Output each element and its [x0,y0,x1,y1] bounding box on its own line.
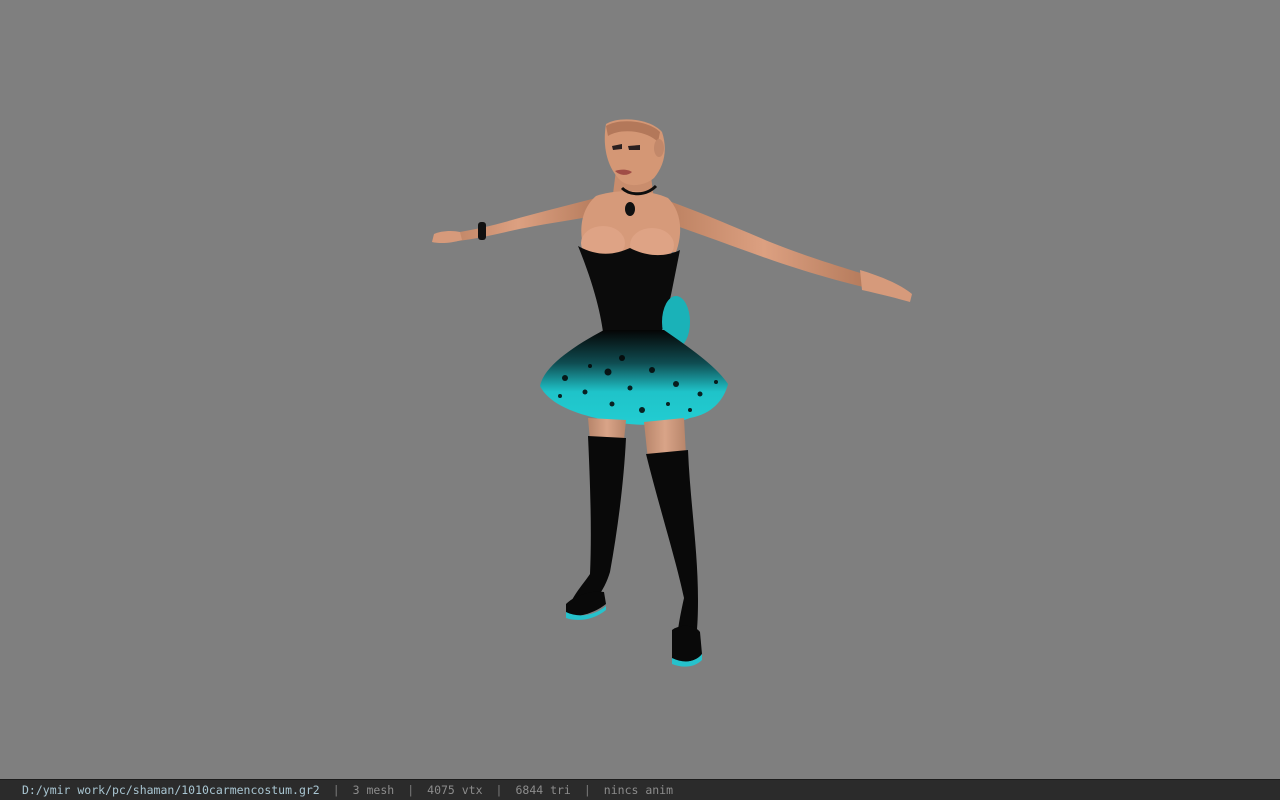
left-bracelet [478,222,486,240]
right-boot-foot [672,625,702,662]
status-bar: D:/ymir work/pc/shaman/1010carmencostum.… [0,779,1280,800]
separator: | [407,783,415,797]
mesh-count: 3 mesh [352,783,395,797]
left-hand [432,230,462,244]
right-hand [860,270,912,302]
separator: | [583,783,591,797]
anim-status: nincs anim [603,783,674,797]
necklace-pendant [625,202,635,216]
triangle-count: 6844 tri [515,783,571,797]
vertex-count: 4075 vtx [427,783,483,797]
ear [654,139,664,157]
character-model [432,119,912,667]
separator: | [495,783,503,797]
file-path: D:/ymir work/pc/shaman/1010carmencostum.… [22,783,320,797]
3d-viewport[interactable] [0,0,1280,779]
skirt [540,330,728,425]
right-boot [646,450,698,656]
left-boot [568,436,626,612]
separator: | [332,783,340,797]
right-arm [658,198,870,288]
